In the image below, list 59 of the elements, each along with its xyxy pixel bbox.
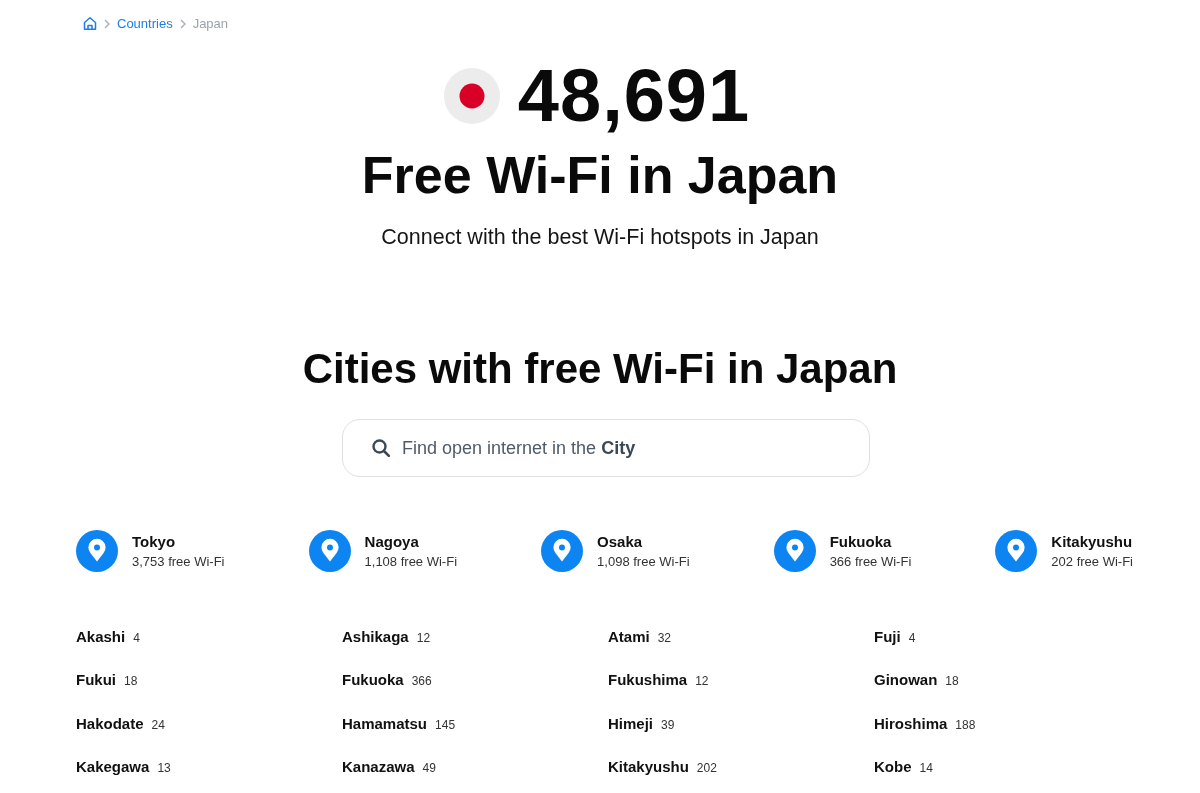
breadcrumb-link[interactable]: Countries xyxy=(117,16,173,31)
chevron-icon xyxy=(179,18,186,29)
city-link[interactable]: Hamamatsu xyxy=(342,714,428,732)
city-link[interactable]: Atami xyxy=(608,628,650,645)
section-title: Cities with free Wi-Fi in Japan xyxy=(302,344,898,394)
city-link[interactable]: Fukuoka xyxy=(342,671,404,689)
hotspot-count-text: 366 xyxy=(411,674,432,689)
hotspot-count: 48,691 xyxy=(517,54,751,138)
hotspot-count-text: 1,098 free Wi-Fi xyxy=(597,554,690,569)
city-link[interactable]: Hiroshima xyxy=(874,714,948,732)
city-link[interactable]: Kanazawa xyxy=(342,757,415,775)
hotspot-count-text: 3,753 free Wi-Fi xyxy=(132,554,225,569)
city-link[interactable]: Osaka xyxy=(597,533,690,550)
city-link[interactable]: Tokyo xyxy=(132,533,225,550)
city-link[interactable]: Kitakyushu xyxy=(608,757,689,775)
hotspot-count-text: 366 free Wi-Fi xyxy=(829,554,912,569)
hotspot-count-text: 145 xyxy=(435,717,456,732)
hotspot-count-text: 12 xyxy=(416,631,431,645)
city-link[interactable]: Akashi xyxy=(76,628,126,645)
hotspot-count-text: 14 xyxy=(919,760,933,775)
location-pin-icon xyxy=(541,530,584,572)
hotspot-count-text: 13 xyxy=(157,760,171,775)
search-field[interactable]: Find open internet in the City xyxy=(342,419,870,477)
hotspot-count-text: 1,108 free Wi-Fi xyxy=(364,554,458,569)
city-link[interactable]: Fukuoka xyxy=(829,533,912,550)
hotspot-count-text: 49 xyxy=(422,760,436,775)
hotspot-count-text: 18 xyxy=(124,674,138,689)
page-subtitle: Connect with the best Wi-Fi hotspots in Japan xyxy=(381,224,819,250)
city-link[interactable]: Kobe xyxy=(874,757,912,775)
search-icon xyxy=(372,439,390,457)
hotspot-count-text: 32 xyxy=(657,631,672,645)
city-link[interactable]: Fuji xyxy=(874,628,901,645)
hotspot-count-text: 188 xyxy=(955,717,976,732)
city-link[interactable]: Nagoya xyxy=(364,533,458,550)
hotspot-count-text: 12 xyxy=(695,674,709,689)
hotspot-count-text: 39 xyxy=(661,717,675,732)
city-link[interactable]: Kitakyushu xyxy=(1051,533,1133,550)
location-pin-icon xyxy=(76,530,118,572)
location-pin-icon xyxy=(773,530,816,572)
hotspot-count-text: 4 xyxy=(908,631,916,645)
hotspot-count-text: 202 xyxy=(696,760,717,775)
location-pin-icon xyxy=(308,530,351,572)
home-icon[interactable] xyxy=(83,16,97,31)
location-pin-icon xyxy=(995,530,1038,572)
page-title: Free Wi-Fi in Japan xyxy=(361,145,839,205)
city-link[interactable]: Kakegawa xyxy=(76,757,150,775)
chevron-icon xyxy=(104,18,110,29)
city-link[interactable]: Ashikaga xyxy=(342,628,409,645)
hotspot-count-text: 18 xyxy=(945,674,959,689)
city-link[interactable]: Fukui xyxy=(76,671,116,689)
hotspot-count-text: 4 xyxy=(133,631,140,645)
flag-icon xyxy=(443,68,500,124)
hotspot-count-text: 24 xyxy=(151,717,165,732)
city-link[interactable]: Fukushima xyxy=(608,671,688,689)
city-link[interactable]: Himeji xyxy=(608,714,653,732)
hotspot-count-text: 202 free Wi-Fi xyxy=(1051,554,1133,569)
breadcrumb-current: Japan xyxy=(192,16,229,31)
city-link[interactable]: Ginowan xyxy=(874,671,938,689)
city-link[interactable]: Hakodate xyxy=(76,714,144,732)
